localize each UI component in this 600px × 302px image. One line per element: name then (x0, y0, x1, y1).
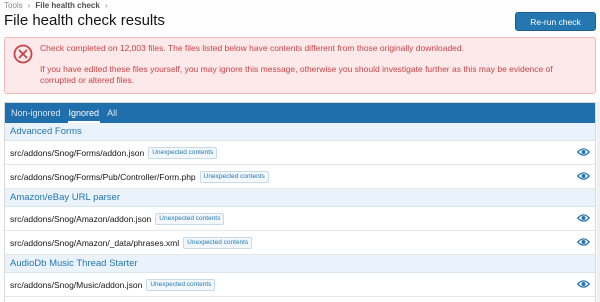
breadcrumb: Tools › File health check › (4, 0, 108, 10)
eye-icon[interactable] (577, 213, 590, 223)
file-path: src/addons/Snog/Music/addon.json (10, 279, 143, 290)
table-row: src/addons/Snog/Music/addon.json Unexpec… (5, 273, 595, 297)
table-row: src/addons/Snog/Amazon/addon.json Unexpe… (5, 207, 595, 231)
group-header-amazon-ebay: Amazon/eBay URL parser (5, 189, 595, 207)
file-path: src/addons/Snog/Amazon/addon.json (10, 213, 152, 224)
alert-line-1: Check completed on 12,003 files. The fil… (40, 43, 464, 53)
file-path: src/addons/Snog/Forms/Pub/Controller/For… (10, 171, 196, 182)
file-path: src/addons/Snog/Amazon/_data/phrases.xml (10, 237, 180, 248)
rerun-check-button[interactable]: Re-run check (515, 12, 596, 31)
table-row: src/addons/Snog/Forms/addon.json Unexpec… (5, 141, 595, 165)
chevron-right-icon: › (104, 0, 108, 10)
group-header-audiodb: AudioDb Music Thread Starter (5, 255, 595, 273)
filter-tabs: Non-ignored Ignored All (5, 103, 595, 123)
page-title: File health check results (4, 12, 165, 29)
alert-line-2: If you have edited these files yourself,… (40, 64, 553, 85)
table-row: src/addons/Snog/Forms/Pub/Controller/For… (5, 165, 595, 189)
table-row: src/addons/Snog/Amazon/_data/phrases.xml… (5, 231, 595, 255)
file-path: src/addons/Snog/Forms/addon.json (10, 147, 145, 158)
alert-message: Check completed on 12,003 files. The fil… (40, 43, 587, 86)
eye-icon[interactable] (577, 279, 590, 289)
status-badge: Unexpected contents (183, 236, 253, 249)
eye-icon[interactable] (577, 171, 590, 181)
group-header-advanced-forms: Advanced Forms (5, 123, 595, 141)
tab-all[interactable]: All (103, 103, 121, 123)
status-badge: Unexpected contents (199, 170, 269, 183)
tab-non-ignored[interactable]: Non-ignored (7, 103, 65, 123)
status-badge: Unexpected contents (148, 146, 218, 159)
eye-icon[interactable] (577, 237, 590, 247)
status-badge: Unexpected contents (146, 278, 216, 291)
status-badge: Unexpected contents (155, 212, 225, 225)
results-panel: Non-ignored Ignored All Advanced Forms s… (4, 102, 596, 302)
breadcrumb-item-current[interactable]: File health check (35, 1, 99, 10)
x-circle-icon (13, 44, 33, 64)
error-alert: Check completed on 12,003 files. The fil… (4, 37, 596, 94)
tab-ignored[interactable]: Ignored (65, 103, 104, 123)
eye-icon[interactable] (577, 147, 590, 157)
breadcrumb-item-tools[interactable]: Tools (4, 1, 23, 10)
chevron-right-icon: › (27, 0, 31, 10)
